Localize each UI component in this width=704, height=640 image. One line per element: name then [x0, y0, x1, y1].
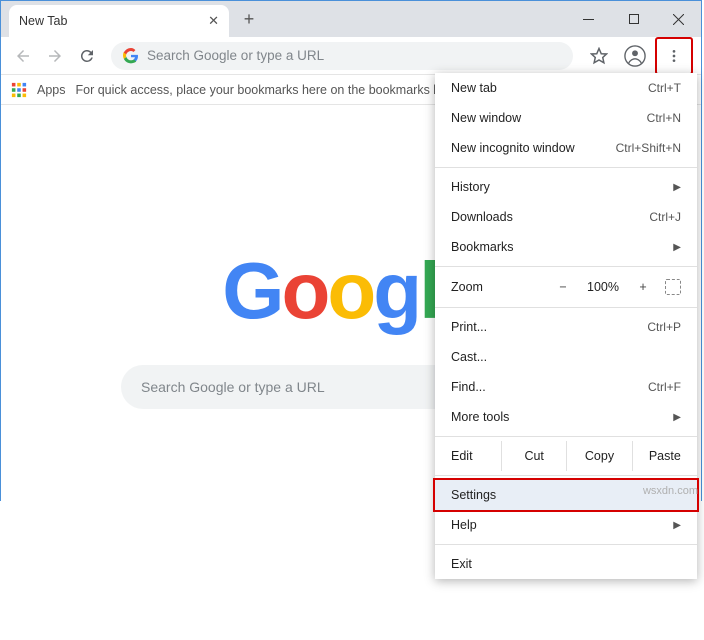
menu-exit[interactable]: Exit: [435, 549, 697, 579]
more-menu-highlight: [655, 37, 693, 75]
menu-print[interactable]: Print...Ctrl+P: [435, 312, 697, 342]
tab-title: New Tab: [19, 14, 67, 28]
chevron-right-icon: ▶: [673, 412, 681, 423]
menu-find[interactable]: Find...Ctrl+F: [435, 372, 697, 402]
chrome-menu: New tabCtrl+T New windowCtrl+N New incog…: [435, 73, 697, 579]
menu-new-tab[interactable]: New tabCtrl+T: [435, 73, 697, 103]
more-menu-button[interactable]: [658, 40, 690, 72]
chevron-right-icon: ▶: [673, 182, 681, 193]
search-placeholder: Search Google or type a URL: [141, 379, 325, 395]
profile-icon[interactable]: [619, 40, 651, 72]
minimize-button[interactable]: [566, 1, 611, 37]
google-icon: [123, 48, 139, 64]
toolbar: Search Google or type a URL: [1, 37, 701, 75]
menu-incognito[interactable]: New incognito windowCtrl+Shift+N: [435, 133, 697, 163]
fullscreen-icon[interactable]: [665, 279, 681, 295]
menu-separator: [435, 544, 697, 545]
menu-edit-row: Edit Cut Copy Paste: [435, 441, 697, 471]
edit-copy-button[interactable]: Copy: [566, 441, 631, 471]
window-controls: [566, 1, 701, 37]
menu-separator: [435, 266, 697, 267]
close-window-button[interactable]: [656, 1, 701, 37]
menu-bookmarks[interactable]: Bookmarks▶: [435, 232, 697, 262]
menu-separator: [435, 436, 697, 437]
new-tab-button[interactable]: +: [235, 5, 263, 33]
menu-separator: [435, 307, 697, 308]
menu-downloads[interactable]: DownloadsCtrl+J: [435, 202, 697, 232]
edit-cut-button[interactable]: Cut: [501, 441, 566, 471]
maximize-button[interactable]: [611, 1, 656, 37]
close-tab-icon[interactable]: ✕: [208, 13, 219, 29]
chevron-right-icon: ▶: [673, 242, 681, 253]
watermark: wsxdn.com: [643, 485, 698, 497]
menu-separator: [435, 167, 697, 168]
edit-paste-button[interactable]: Paste: [632, 441, 697, 471]
zoom-out-button[interactable]: −: [553, 280, 573, 294]
bookmark-star-icon[interactable]: [583, 40, 615, 72]
menu-more-tools[interactable]: More tools▶: [435, 402, 697, 432]
menu-zoom: Zoom − 100% +: [435, 271, 697, 303]
forward-button[interactable]: [41, 42, 69, 70]
browser-window: New Tab ✕ + Search Google or type a URL …: [0, 0, 702, 501]
apps-label[interactable]: Apps: [37, 83, 66, 97]
menu-help[interactable]: Help▶: [435, 510, 697, 540]
title-bar: New Tab ✕ +: [1, 1, 701, 37]
address-bar[interactable]: Search Google or type a URL: [111, 42, 573, 70]
menu-separator: [435, 475, 697, 476]
bookmarks-hint: For quick access, place your bookmarks h…: [76, 83, 448, 97]
reload-button[interactable]: [73, 42, 101, 70]
zoom-in-button[interactable]: +: [633, 280, 653, 294]
chevron-right-icon: ▶: [673, 520, 681, 531]
omnibox-placeholder: Search Google or type a URL: [147, 48, 324, 63]
apps-icon[interactable]: [11, 82, 27, 98]
zoom-value: 100%: [581, 280, 625, 294]
menu-cast[interactable]: Cast...: [435, 342, 697, 372]
back-button[interactable]: [9, 42, 37, 70]
menu-new-window[interactable]: New windowCtrl+N: [435, 103, 697, 133]
menu-history[interactable]: History▶: [435, 172, 697, 202]
tab-new-tab[interactable]: New Tab ✕: [9, 5, 229, 37]
